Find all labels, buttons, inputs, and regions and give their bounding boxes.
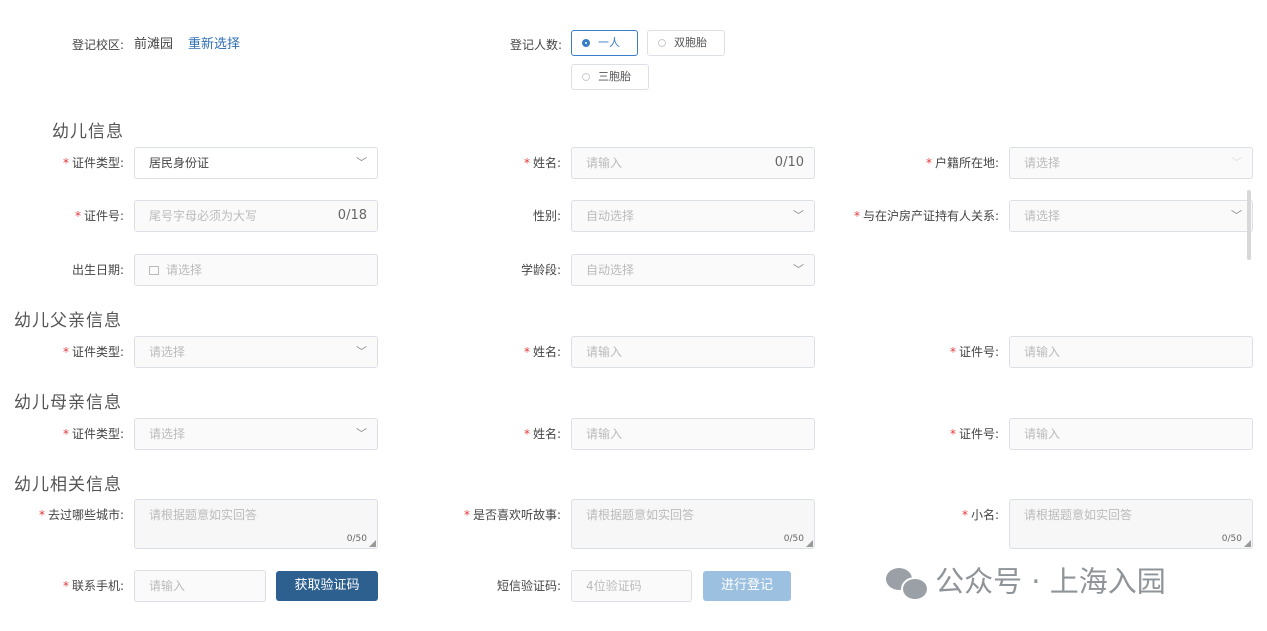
father-id-no-label: 证件号: (900, 336, 999, 368)
campus-value: 前滩园 (134, 37, 174, 52)
resize-handle-icon[interactable] (1244, 540, 1251, 547)
child-id-type-select[interactable]: 居民身份证 ﹀ (134, 147, 378, 179)
cities-count: 0/50 (346, 534, 367, 544)
chevron-down-icon: ﹀ (356, 345, 367, 358)
radio-single[interactable]: 一人 (571, 30, 638, 56)
father-id-no-placeholder: 请输入 (1024, 345, 1061, 359)
relation-label: 与在沪房产证持有人关系: (830, 200, 999, 232)
chevron-down-icon: ﹀ (793, 209, 804, 222)
wechat-icon (886, 564, 930, 601)
chevron-down-icon: ﹀ (1231, 209, 1242, 222)
child-id-no-input[interactable]: 尾号字母必须为大写 0/18 (134, 200, 378, 232)
count-label: 登记人数: (509, 38, 562, 52)
father-id-no-input[interactable]: 请输入 (1009, 336, 1253, 368)
chevron-down-icon: ﹀ (1231, 156, 1242, 169)
watermark: 公众号 · 上海入园 (886, 561, 1166, 601)
father-id-type-label: 证件类型: (40, 336, 124, 368)
chevron-down-icon: ﹀ (793, 263, 804, 276)
birth-label: 出生日期: (71, 263, 124, 277)
sms-code-label: 短信验证码: (496, 579, 561, 593)
grade-placeholder: 自动选择 (586, 263, 635, 277)
child-name-input[interactable]: 请输入 0/10 (571, 147, 815, 179)
section-title-mother: 幼儿母亲信息 (14, 393, 122, 413)
mother-id-type-placeholder: 请选择 (149, 427, 186, 441)
mother-id-no-label: 证件号: (900, 418, 999, 450)
gender-placeholder: 自动选择 (586, 209, 635, 223)
mother-name-placeholder: 请输入 (586, 427, 623, 441)
watermark-text: 公众号 · 上海入园 (935, 564, 1166, 599)
section-title-related: 幼儿相关信息 (14, 475, 122, 495)
radio-dot-icon (658, 39, 666, 47)
section-title-father: 幼儿父亲信息 (14, 311, 122, 331)
chevron-down-icon: ﹀ (356, 427, 367, 440)
mother-id-type-select[interactable]: 请选择 ﹀ (134, 418, 378, 450)
radio-triplets[interactable]: 三胞胎 (571, 64, 649, 90)
child-id-no-label: 证件号: (40, 200, 124, 232)
phone-label: 联系手机: (40, 570, 124, 602)
radio-single-label: 一人 (598, 36, 620, 49)
stories-count: 0/50 (783, 534, 804, 544)
mother-id-type-label: 证件类型: (40, 418, 124, 450)
submit-button[interactable]: 进行登记 (703, 571, 791, 601)
nickname-placeholder: 请根据题意如实回答 (1024, 508, 1133, 522)
father-name-input[interactable]: 请输入 (571, 336, 815, 368)
father-name-placeholder: 请输入 (586, 345, 623, 359)
relation-placeholder: 请选择 (1024, 209, 1061, 223)
father-id-type-select[interactable]: 请选择 ﹀ (134, 336, 378, 368)
gender-label: 性别: (532, 209, 561, 223)
child-name-placeholder: 请输入 (586, 156, 623, 170)
cities-textarea[interactable]: 请根据题意如实回答 0/50 (134, 499, 378, 549)
stories-placeholder: 请根据题意如实回答 (586, 508, 695, 522)
child-id-type-label: 证件类型: (40, 147, 124, 179)
radio-triplets-label: 三胞胎 (598, 70, 631, 83)
sms-code-input[interactable]: 4位验证码 (571, 570, 692, 602)
cities-label: 去过哪些城市: (20, 499, 124, 531)
child-name-label: 姓名: (480, 147, 561, 179)
section-title-child: 幼儿信息 (52, 122, 124, 142)
scrollbar[interactable] (1247, 190, 1251, 260)
get-code-button[interactable]: 获取验证码 (276, 571, 378, 601)
grade-label: 学龄段: (520, 263, 561, 277)
father-name-label: 姓名: (480, 336, 561, 368)
mother-name-label: 姓名: (480, 418, 561, 450)
hukou-select[interactable]: 请选择 ﹀ (1009, 147, 1253, 179)
sms-code-placeholder: 4位验证码 (586, 579, 642, 593)
gender-select[interactable]: 自动选择 ﹀ (571, 200, 815, 232)
child-id-type-value: 居民身份证 (149, 156, 210, 170)
cities-placeholder: 请根据题意如实回答 (149, 508, 258, 522)
radio-twins-label: 双胞胎 (674, 36, 707, 49)
grade-select[interactable]: 自动选择 ﹀ (571, 254, 815, 286)
child-id-no-count: 0/18 (337, 208, 367, 223)
radio-dot-icon (582, 73, 590, 81)
calendar-icon (149, 266, 159, 275)
father-id-type-placeholder: 请选择 (149, 345, 186, 359)
campus-label: 登记校区: (71, 38, 124, 52)
relation-select[interactable]: 请选择 ﹀ (1009, 200, 1253, 232)
child-id-no-placeholder: 尾号字母必须为大写 (149, 209, 258, 223)
child-name-count: 0/10 (774, 155, 804, 170)
phone-input[interactable]: 请输入 (134, 570, 266, 602)
resize-handle-icon[interactable] (369, 540, 376, 547)
hukou-placeholder: 请选择 (1024, 156, 1061, 170)
mother-id-no-placeholder: 请输入 (1024, 427, 1061, 441)
reselect-link[interactable]: 重新选择 (188, 29, 240, 61)
stories-label: 是否喜欢听故事: (440, 499, 561, 531)
phone-placeholder: 请输入 (149, 579, 186, 593)
hukou-label: 户籍所在地: (880, 147, 999, 179)
radio-dot-icon (582, 39, 590, 47)
stories-textarea[interactable]: 请根据题意如实回答 0/50 (571, 499, 815, 549)
mother-id-no-input[interactable]: 请输入 (1009, 418, 1253, 450)
nickname-label: 小名: (920, 499, 999, 531)
birth-placeholder: 请选择 (166, 263, 203, 277)
nickname-count: 0/50 (1221, 534, 1242, 544)
mother-name-input[interactable]: 请输入 (571, 418, 815, 450)
birth-date-picker[interactable]: 请选择 (134, 254, 378, 286)
nickname-textarea[interactable]: 请根据题意如实回答 0/50 (1009, 499, 1253, 549)
resize-handle-icon[interactable] (806, 540, 813, 547)
chevron-down-icon: ﹀ (356, 156, 367, 169)
radio-twins[interactable]: 双胞胎 (647, 30, 725, 56)
